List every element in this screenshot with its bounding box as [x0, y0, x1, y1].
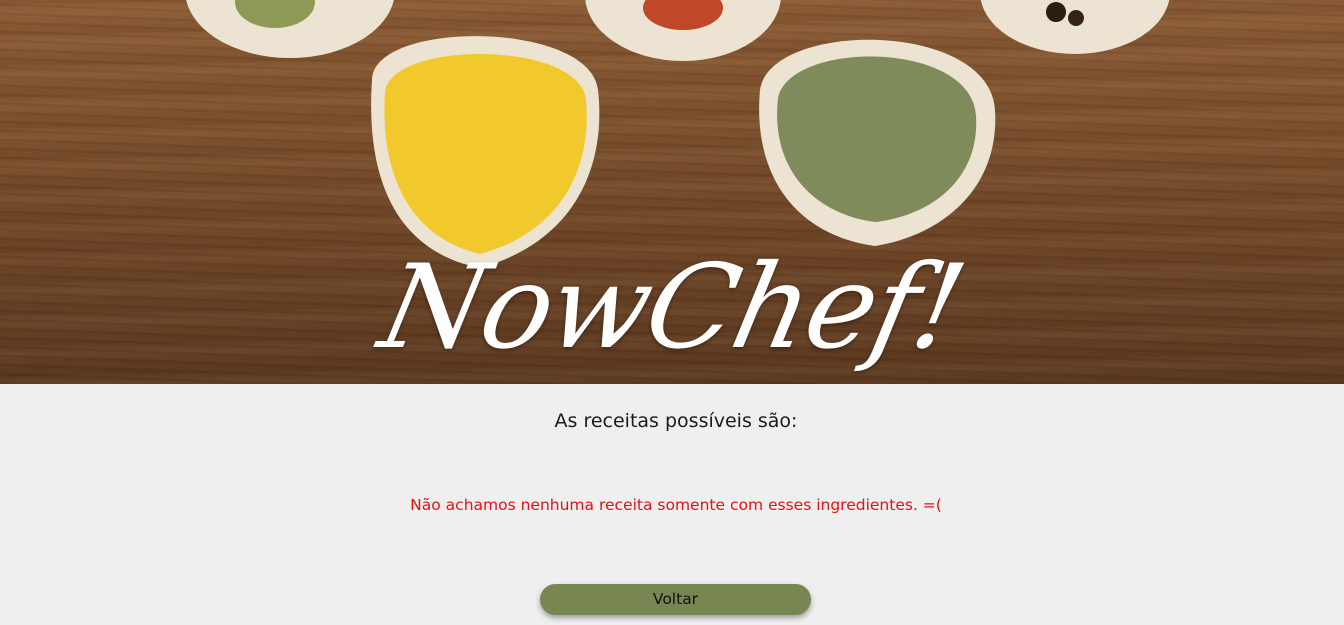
rosemary-spoon [759, 39, 996, 246]
paprika-spoon [585, 0, 781, 61]
hero-banner: NowChef! [0, 0, 1344, 384]
no-results-message: Não achamos nenhuma receita somente com … [410, 496, 942, 514]
cornmeal-spoon [371, 36, 600, 268]
back-button[interactable]: Voltar [540, 584, 811, 615]
bay-leaf-spoon [186, 0, 394, 58]
results-section: As receitas possíveis são: Não achamos n… [0, 384, 1344, 625]
page-title: As receitas possíveis são: [554, 410, 798, 432]
peppercorn-spoon [980, 0, 1170, 54]
nowchef-logo: NowChef! [369, 240, 975, 375]
